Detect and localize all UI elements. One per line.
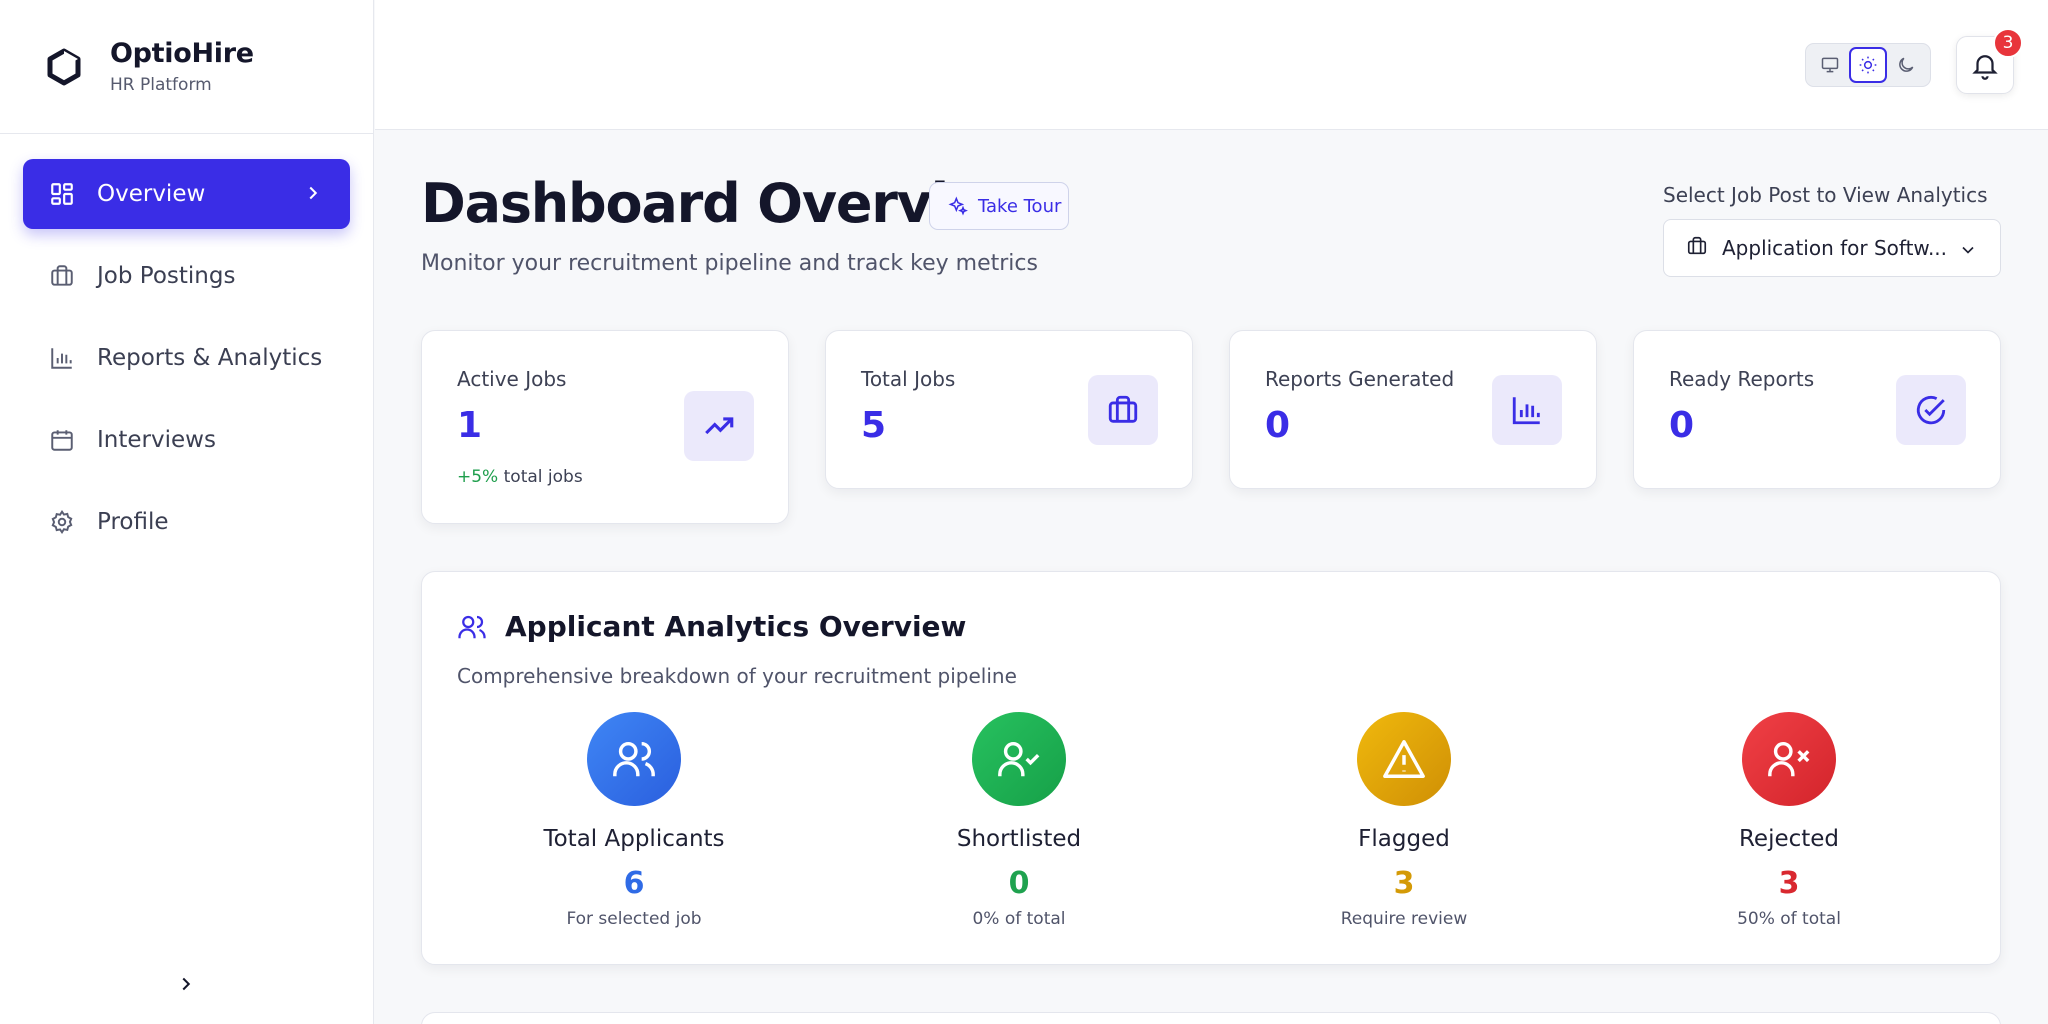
bar-chart-icon (47, 343, 77, 373)
stat-label: Ready Reports (1669, 367, 1815, 391)
check-circle-icon (1896, 375, 1966, 445)
stat-card-total-jobs: Total Jobs 5 (825, 330, 1193, 489)
metric-total-applicants: Total Applicants 6 For selected job (504, 712, 764, 929)
stat-value: 5 (861, 405, 887, 446)
applicant-analytics-panel: Applicant Analytics Overview Comprehensi… (421, 571, 2001, 965)
briefcase-icon (1088, 375, 1158, 445)
sidebar-item-overview[interactable]: Overview (23, 159, 350, 229)
metric-name: Total Applicants (543, 826, 725, 852)
stat-value: 1 (457, 405, 483, 446)
metric-note: 50% of total (1737, 909, 1841, 929)
job-select-value: Application for Softw... (1722, 236, 1948, 260)
layout-grid-icon (47, 179, 77, 209)
sidebar: OptioHire HR Platform Overview Job Posti… (0, 0, 374, 1024)
bar-chart-icon (1492, 375, 1562, 445)
sun-icon (1859, 56, 1877, 74)
users-icon (587, 712, 681, 806)
brand-name: OptioHire (110, 38, 254, 69)
sidebar-item-label: Interviews (97, 427, 216, 453)
stat-value: 0 (1265, 405, 1291, 446)
sidebar-collapse-button[interactable] (172, 970, 200, 998)
sidebar-item-profile[interactable]: Profile (23, 487, 350, 557)
brand[interactable]: OptioHire HR Platform (0, 0, 373, 134)
metric-rejected: Rejected 3 50% of total (1659, 712, 1919, 929)
job-post-select[interactable]: Application for Softw... (1663, 219, 2001, 277)
gear-icon (47, 507, 77, 537)
sidebar-item-reports[interactable]: Reports & Analytics (23, 323, 350, 393)
user-x-icon (1742, 712, 1836, 806)
metric-flagged: Flagged 3 Require review (1274, 712, 1534, 929)
sparkles-icon (948, 196, 968, 216)
stat-label: Reports Generated (1265, 367, 1455, 391)
stat-card-reports-generated: Reports Generated 0 (1229, 330, 1597, 489)
top-bar: 3 (375, 0, 2048, 130)
calendar-icon (47, 425, 77, 455)
stat-card-ready-reports: Ready Reports 0 (1633, 330, 2001, 489)
sidebar-item-label: Overview (97, 181, 206, 207)
metric-value: 3 (1393, 866, 1415, 901)
chevron-right-icon (302, 182, 324, 210)
theme-light-button[interactable] (1849, 47, 1887, 83)
briefcase-icon (47, 261, 77, 291)
job-select-label: Select Job Post to View Analytics (1663, 183, 1988, 207)
users-icon (458, 615, 486, 638)
metric-name: Flagged (1358, 826, 1450, 852)
chevron-right-icon (182, 977, 191, 991)
sidebar-nav: Overview Job Postings Reports & Analytic… (0, 134, 373, 557)
stat-value: 0 (1669, 405, 1695, 446)
metric-name: Rejected (1738, 826, 1840, 852)
stat-card-active-jobs: Active Jobs 1 +5% total jobs (421, 330, 789, 524)
logo-icon (47, 48, 81, 85)
warning-icon (1357, 712, 1451, 806)
take-tour-label: Take Tour (978, 195, 1062, 217)
metric-note: For selected job (566, 909, 702, 929)
panel-subtitle: Comprehensive breakdown of your recruitm… (457, 664, 1017, 688)
stat-trend: +5% total jobs (457, 467, 583, 487)
theme-system-button[interactable] (1811, 47, 1849, 83)
sidebar-item-label: Job Postings (97, 263, 236, 289)
metric-name: Shortlisted (956, 826, 1082, 852)
sidebar-item-interviews[interactable]: Interviews (23, 405, 350, 475)
moon-icon (1899, 57, 1914, 72)
trending-up-icon (684, 391, 754, 461)
monitor-icon (1821, 57, 1839, 73)
theme-switcher (1805, 43, 1931, 87)
sidebar-item-label: Profile (97, 509, 169, 535)
stat-label: Active Jobs (457, 367, 567, 391)
stat-trend-text: total jobs (498, 467, 583, 487)
brand-subtitle: HR Platform (110, 75, 212, 95)
chevron-down-icon (1958, 240, 1978, 265)
stat-trend-change: +5% (457, 467, 499, 487)
bell-icon (1972, 55, 1998, 80)
metric-shortlisted: Shortlisted 0 0% of total (889, 712, 1149, 929)
user-check-icon (972, 712, 1066, 806)
panel-header: Applicant Analytics Overview (457, 610, 966, 643)
panel-title: Applicant Analytics Overview (505, 610, 967, 643)
metric-note: Require review (1340, 909, 1468, 929)
next-section-panel (421, 1012, 2001, 1024)
metric-value: 0 (1008, 866, 1030, 901)
briefcase-icon (1686, 235, 1708, 262)
theme-dark-button[interactable] (1887, 47, 1925, 83)
metric-note: 0% of total (972, 909, 1066, 929)
metric-value: 6 (623, 866, 645, 901)
page-subtitle: Monitor your recruitment pipeline and tr… (421, 251, 1038, 276)
sidebar-item-job-postings[interactable]: Job Postings (23, 241, 350, 311)
notifications-button[interactable]: 3 (1956, 28, 2023, 94)
sidebar-item-label: Reports & Analytics (97, 345, 323, 371)
stat-label: Total Jobs (861, 367, 956, 391)
metric-value: 3 (1778, 866, 1800, 901)
take-tour-button[interactable]: Take Tour (929, 182, 1069, 230)
notification-count-badge: 3 (1993, 28, 2023, 58)
